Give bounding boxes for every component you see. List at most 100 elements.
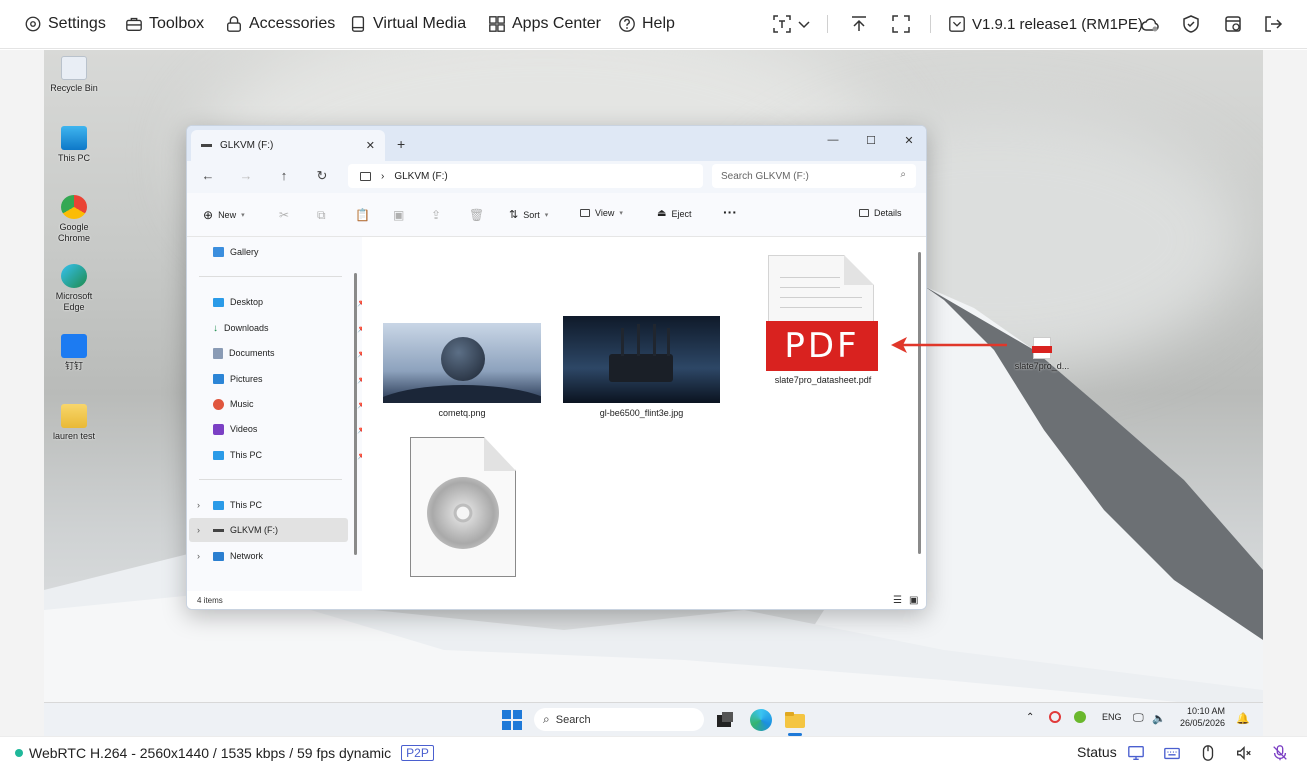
- more-options-button[interactable]: ···: [723, 204, 737, 220]
- sort-button[interactable]: ⇅ Sort ▾: [509, 208, 548, 221]
- desktop-icon-recycle-bin[interactable]: Recycle Bin: [44, 56, 104, 94]
- status-button[interactable]: Status: [1077, 744, 1117, 760]
- apps-center-menu[interactable]: Apps Center: [488, 12, 601, 36]
- desktop-icon-folder[interactable]: lauren test: [44, 404, 104, 442]
- nav-glkvm-drive[interactable]: › GLKVM (F:): [197, 520, 278, 540]
- paste-button[interactable]: 📋: [355, 208, 370, 222]
- details-button[interactable]: Details: [859, 208, 902, 218]
- tray-app-icon[interactable]: [1074, 711, 1086, 725]
- virtual-media-menu[interactable]: Virtual Media: [349, 12, 466, 36]
- security-button[interactable]: [1180, 13, 1202, 35]
- nav-gallery[interactable]: Gallery: [213, 242, 259, 262]
- new-tab-button[interactable]: +: [397, 136, 405, 152]
- cloud-button[interactable]: [1139, 13, 1161, 35]
- view-button[interactable]: View ▾: [580, 208, 623, 218]
- refresh-button[interactable]: ↻: [312, 168, 332, 184]
- new-button[interactable]: ⊕ New ▾: [203, 208, 245, 222]
- start-button[interactable]: [501, 709, 523, 731]
- pin-top-button[interactable]: [848, 13, 870, 35]
- sync-icon: [1049, 711, 1061, 723]
- network-icon: [213, 551, 224, 561]
- file-item-cometq[interactable]: cometq.png: [383, 323, 541, 418]
- stream-details: WebRTC H.264 - 2560x1440 / 1535 kbps / 5…: [29, 745, 392, 761]
- cloud-icon: [1141, 18, 1159, 32]
- content-scrollbar[interactable]: [918, 252, 921, 554]
- remote-desktop-screen[interactable]: Recycle Bin This PC Google Chrome Micros…: [44, 50, 1263, 736]
- nav-this-pc[interactable]: › This PC: [197, 495, 262, 515]
- nav-label: Desktop: [230, 297, 264, 307]
- file-explorer-taskbar-button[interactable]: [784, 709, 806, 736]
- back-button[interactable]: ←: [198, 168, 218, 183]
- close-window-button[interactable]: ✕: [899, 134, 919, 147]
- share-button[interactable]: ⇪: [431, 208, 441, 222]
- p2p-badge[interactable]: P2P: [401, 745, 434, 761]
- desktop-icon-chrome[interactable]: Google Chrome: [44, 195, 104, 244]
- minimize-button[interactable]: —: [823, 134, 843, 146]
- capture-dropdown[interactable]: [793, 13, 815, 35]
- tab-close-icon[interactable]: ✕: [366, 139, 375, 152]
- list-view-icon[interactable]: ☰: [893, 591, 902, 609]
- file-item-disc-image[interactable]: [410, 437, 516, 577]
- nav-network[interactable]: › Network: [197, 546, 263, 566]
- monitor-status-icon[interactable]: [1127, 744, 1145, 762]
- session-button[interactable]: [1222, 13, 1244, 35]
- settings-menu[interactable]: Settings: [24, 12, 106, 36]
- accessories-menu[interactable]: Accessories: [225, 12, 335, 36]
- keyboard-status-icon[interactable]: [1163, 744, 1181, 762]
- nav-scrollbar[interactable]: [354, 273, 357, 555]
- sort-icon: ⇅: [509, 209, 519, 221]
- taskbar-search[interactable]: ⌕ Search: [534, 708, 704, 731]
- language-indicator[interactable]: ENG: [1102, 712, 1122, 722]
- desktop-icon-edge[interactable]: Microsoft Edge: [44, 264, 104, 313]
- logout-button[interactable]: [1262, 13, 1284, 35]
- file-item-pdf[interactable]: PDF slate7pro_datasheet.pdf: [758, 255, 888, 385]
- nav-label: This PC: [230, 450, 263, 460]
- connection-status-dot: [15, 749, 23, 757]
- desktop-icon-this-pc[interactable]: This PC: [44, 126, 104, 164]
- delete-button[interactable]: 🗑: [469, 208, 484, 222]
- nav-this-pc-pinned[interactable]: This PC 📌: [213, 445, 367, 465]
- desktop-pdf-file[interactable]: slate7pro_d...: [1002, 337, 1082, 371]
- volume-icon[interactable]: 🔈: [1152, 712, 1166, 725]
- forward-button[interactable]: →: [236, 168, 256, 183]
- file-item-flint3e[interactable]: gl-be6500_flint3e.jpg: [563, 316, 720, 418]
- explorer-titlebar: GLKVM (F:) ✕ + — ☐ ✕: [187, 126, 926, 161]
- image-thumbnail: [563, 316, 720, 403]
- settings-gear-icon: [25, 16, 41, 32]
- music-icon: [213, 398, 224, 410]
- toolbox-menu[interactable]: Toolbox: [125, 12, 204, 36]
- nav-desktop[interactable]: Desktop 📌: [213, 292, 367, 312]
- eject-button[interactable]: ⏏ Eject: [657, 208, 691, 219]
- taskbar-clock[interactable]: 10:10 AM 26/05/2026: [1180, 705, 1225, 729]
- task-view-button[interactable]: [714, 709, 736, 731]
- edge-taskbar-icon[interactable]: [750, 709, 772, 731]
- maximize-button[interactable]: ☐: [861, 134, 881, 147]
- search-box[interactable]: Search GLKVM (F:) ⌕: [712, 164, 916, 188]
- tray-overflow-icon[interactable]: ⌃: [1026, 712, 1034, 723]
- help-menu[interactable]: Help: [618, 12, 675, 36]
- mouse-status-icon[interactable]: [1199, 744, 1217, 762]
- nav-downloads[interactable]: ↓ Downloads 📌: [213, 318, 367, 338]
- rename-button[interactable]: ▣: [393, 208, 404, 222]
- nav-videos[interactable]: Videos 📌: [213, 419, 367, 439]
- speaker-muted-icon[interactable]: [1235, 744, 1253, 762]
- desktop-icon-dingtalk[interactable]: 钉钉: [44, 334, 104, 372]
- tile-view-icon[interactable]: ▣: [909, 591, 918, 609]
- nav-documents[interactable]: Documents 📌: [213, 343, 367, 363]
- address-bar[interactable]: › GLKVM (F:): [348, 164, 703, 188]
- fullscreen-button[interactable]: [890, 13, 912, 35]
- copy-button[interactable]: ⧉: [317, 208, 326, 223]
- nav-music[interactable]: Music 📌: [213, 394, 367, 414]
- version-info[interactable]: V1.9.1 release1 (RM1PE): [948, 12, 1143, 36]
- cut-button[interactable]: ✂: [279, 208, 289, 222]
- nav-pictures[interactable]: Pictures 📌: [213, 369, 367, 389]
- microphone-muted-icon[interactable]: [1271, 744, 1289, 762]
- screenshot-ocr-button[interactable]: [771, 13, 793, 35]
- network-icon[interactable]: 🖵: [1133, 712, 1144, 725]
- notification-icon[interactable]: 🔔: [1236, 712, 1250, 725]
- nav-label: Music: [230, 399, 254, 409]
- explorer-tab[interactable]: GLKVM (F:) ✕: [191, 130, 385, 161]
- monitor-icon: [213, 450, 224, 460]
- up-button[interactable]: ↑: [274, 168, 294, 183]
- tray-app-icon[interactable]: [1049, 711, 1061, 725]
